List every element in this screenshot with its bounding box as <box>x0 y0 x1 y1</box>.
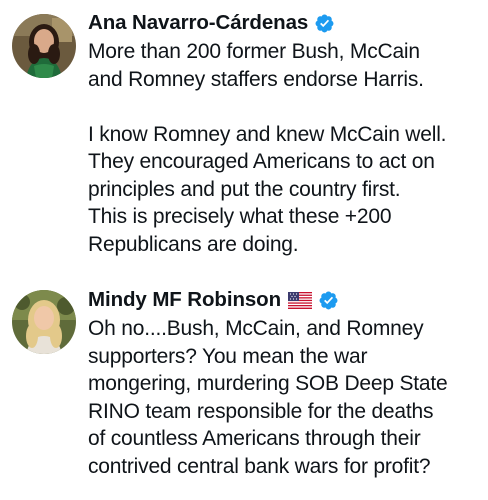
avatar[interactable] <box>12 14 76 78</box>
text-line: contrived central bank wars for profit? <box>88 454 431 478</box>
text-line: principles and put the country first. <box>88 177 401 201</box>
display-name[interactable]: Mindy MF Robinson <box>88 288 281 312</box>
verified-badge-icon <box>318 290 339 311</box>
tweet-text: Oh no....Bush, McCain, and Romney suppor… <box>88 315 482 480</box>
display-name[interactable]: Ana Navarro-Cárdenas <box>88 11 308 35</box>
text-line: Oh no....Bush, McCain, and Romney <box>88 317 424 340</box>
tweet-paragraph: More than 200 former Bush, McCain and Ro… <box>88 38 482 93</box>
avatar[interactable] <box>12 290 76 354</box>
text-line: supporters? You mean the war <box>88 344 368 368</box>
text-line: RINO team responsible for the deaths <box>88 399 434 423</box>
text-line: mongering, murdering SOB Deep State <box>88 372 448 395</box>
text-line: of countless Americans through their <box>88 427 421 450</box>
text-line: More than 200 former Bush, McCain <box>88 40 420 63</box>
tweet-paragraph: Oh no....Bush, McCain, and Romney suppor… <box>88 315 482 480</box>
us-flag-icon <box>288 291 313 309</box>
verified-badge-icon <box>314 13 335 34</box>
text-line: They encouraged Americans to act on <box>88 150 435 173</box>
text-line: I know Romney and knew McCain well. <box>88 122 447 146</box>
text-line: and Romney staffers endorse Harris. <box>88 67 424 91</box>
text-line: Republicans are doing. <box>88 232 299 256</box>
text-line: This is precisely what these +200 <box>88 205 392 228</box>
tweet-paragraph: I know Romney and knew McCain well. They… <box>88 121 482 259</box>
tweet-text: More than 200 former Bush, McCain and Ro… <box>88 38 482 258</box>
